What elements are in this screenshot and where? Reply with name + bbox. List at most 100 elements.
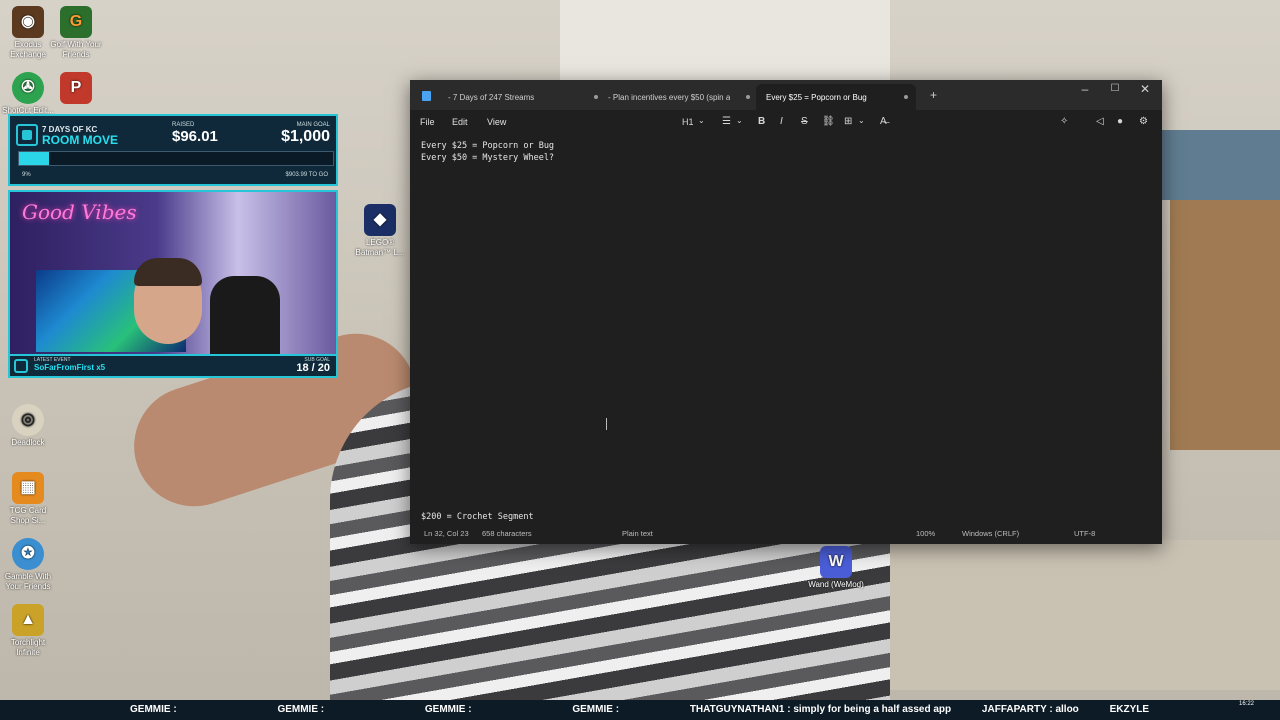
chat-ticker: GEMMIE : GEMMIE : GEMMIE : GEMMIE : THAT… bbox=[0, 700, 1280, 720]
lego-batman-icon: ◆ bbox=[364, 204, 396, 236]
goal-icon bbox=[16, 124, 38, 146]
line-ending[interactable]: Windows (CRLF) bbox=[962, 529, 1019, 538]
desktop-icon-golf[interactable]: G Golf With Your Friends bbox=[48, 6, 104, 60]
latest-event: SoFarFromFirst x5 bbox=[34, 363, 106, 372]
notepad-window: - 7 Days of 247 Streams - Plan incentive… bbox=[410, 80, 1162, 544]
menu-file[interactable]: File bbox=[420, 117, 435, 127]
desktop-icon-wand[interactable]: W Wand (WeMod) bbox=[808, 546, 864, 590]
sub-goal-count: 18 / 20 bbox=[296, 362, 330, 374]
list-icon[interactable]: ☰ bbox=[722, 116, 731, 127]
bed bbox=[1160, 130, 1280, 200]
italic-icon[interactable]: I bbox=[780, 116, 783, 127]
desktop-icon-tcg[interactable]: ▦ TCG Card Shop Si... bbox=[0, 472, 56, 526]
tab-7-days[interactable]: - 7 Days of 247 Streams bbox=[438, 84, 606, 110]
desktop-icon-torchlight[interactable]: ▲ Torchlight Infinite bbox=[0, 604, 56, 658]
menu-edit[interactable]: Edit bbox=[452, 117, 468, 127]
taskbar: GEMMIE : GEMMIE : GEMMIE : GEMMIE : THAT… bbox=[0, 700, 1280, 720]
floor bbox=[860, 540, 1280, 690]
desktop-icon-deadlock[interactable]: ◎ Deadlock bbox=[0, 404, 56, 448]
text-line: $200 = Crochet Segment bbox=[421, 512, 534, 522]
desktop-icon-label: Wand (WeMod) bbox=[808, 580, 864, 589]
ticker-message: GEMMIE : bbox=[572, 704, 620, 715]
text-mode[interactable]: Plain text bbox=[622, 529, 653, 538]
text-line: Every $25 = Popcorn or Bug bbox=[421, 141, 555, 151]
text-line: Every $50 = Mystery Wheel? bbox=[421, 153, 555, 163]
chevron-down-icon: ⌄ bbox=[698, 116, 705, 125]
minimize-icon[interactable]: – bbox=[1070, 82, 1100, 96]
tab-every-25[interactable]: Every $25 = Popcorn or Bug bbox=[756, 84, 916, 110]
tab-bar: - 7 Days of 247 Streams - Plan incentive… bbox=[410, 80, 1162, 110]
character-count: 658 characters bbox=[482, 529, 532, 538]
ticker-message: GEMMIE : bbox=[130, 704, 177, 715]
copilot-icon[interactable]: ✧ bbox=[1060, 116, 1068, 127]
heading-dropdown[interactable]: H1 bbox=[682, 117, 694, 127]
new-tab-icon[interactable]: + bbox=[930, 88, 937, 102]
goal-to-go: $903.99 TO GO bbox=[285, 172, 328, 178]
goal-amount: $1,000 bbox=[281, 128, 330, 145]
desktop-icon-gamble[interactable]: ✪ Gamble With Your Friends bbox=[0, 538, 56, 592]
raised-amount: $96.01 bbox=[172, 128, 218, 145]
ticker-message: EKZYLE bbox=[1109, 704, 1150, 715]
tab-label: - Plan incentives every $50 (spin a bbox=[608, 92, 731, 102]
menu-bar: File Edit View H1 ⌄ ☰ ⌄ B I S ⛓ ⊞ ⌄ A̶ ✧… bbox=[410, 110, 1162, 136]
torchlight-icon: ▲ bbox=[12, 604, 44, 636]
desktop-icon-label: Deadlock bbox=[11, 438, 45, 447]
bold-icon[interactable]: B bbox=[758, 116, 765, 127]
door bbox=[560, 0, 890, 90]
unsaved-dot-icon bbox=[746, 95, 750, 99]
neon-sign: Good Vibes bbox=[22, 200, 137, 224]
event-icon bbox=[14, 359, 28, 373]
ticker-message: GEMMIE : bbox=[277, 704, 325, 715]
tab-label: - 7 Days of 247 Streams bbox=[448, 92, 535, 102]
golf-icon: G bbox=[60, 6, 92, 38]
status-bar: Ln 32, Col 23 658 characters Plain text … bbox=[410, 524, 1162, 544]
ticker-message: THATGUYNATHAN1 : simply for being a half… bbox=[689, 704, 952, 715]
encoding[interactable]: UTF-8 bbox=[1074, 529, 1095, 538]
desktop-icon-label: TCG Card Shop Si... bbox=[9, 506, 47, 525]
clear-format-icon[interactable]: A̶ bbox=[880, 116, 887, 127]
desktop-icon-label: Torchlight Infinite bbox=[10, 638, 46, 657]
ticker-message: GEMMIE : bbox=[424, 704, 472, 715]
shotcut-icon: ✇ bbox=[12, 72, 44, 104]
cam-footer: LATEST EVENT SoFarFromFirst x5 SUB GOAL … bbox=[10, 354, 336, 376]
desktop-icon-lego-batman[interactable]: ◆ LEGO® Batman™ L... bbox=[352, 204, 408, 258]
streamer-hair bbox=[134, 258, 202, 286]
link-icon[interactable]: ⛓ bbox=[822, 116, 835, 127]
desktop-icon-label: Gamble With Your Friends bbox=[4, 572, 52, 591]
unsaved-dot-icon bbox=[904, 95, 908, 99]
table-icon[interactable]: ⊞ bbox=[844, 116, 852, 127]
maximize-icon[interactable]: ☐ bbox=[1100, 83, 1130, 94]
notepad-icon bbox=[422, 91, 431, 101]
editor-text[interactable]: Every $25 = Popcorn or Bug Every $50 = My… bbox=[421, 140, 554, 164]
gamble-icon: ✪ bbox=[12, 538, 44, 570]
cursor-position[interactable]: Ln 32, Col 23 bbox=[424, 529, 469, 538]
megaphone-icon[interactable]: ◁ bbox=[1096, 116, 1104, 127]
goal-widget: 7 DAYS OF KC ROOM MOVE RAISED $96.01 MAI… bbox=[8, 114, 338, 186]
desktop-icon-label: Golf With Your Friends bbox=[50, 40, 102, 59]
account-icon[interactable]: ● bbox=[1117, 116, 1123, 127]
desktop-icon-party[interactable]: P bbox=[48, 72, 104, 106]
strikethrough-icon[interactable]: S bbox=[801, 116, 808, 127]
close-icon[interactable]: ✕ bbox=[1130, 82, 1160, 96]
tab-plan-incentives[interactable]: - Plan incentives every $50 (spin a bbox=[598, 84, 758, 110]
gear-icon[interactable]: ⚙ bbox=[1139, 116, 1148, 127]
menu-view[interactable]: View bbox=[487, 117, 506, 127]
goal-percent: 9% bbox=[22, 172, 31, 178]
goal-event: ROOM MOVE bbox=[42, 133, 119, 147]
zoom-level[interactable]: 100% bbox=[916, 529, 935, 538]
webcam-overlay: Good Vibes LATEST EVENT SoFarFromFirst x… bbox=[8, 190, 338, 378]
goal-progress-bar bbox=[18, 151, 334, 166]
ticker-message: JAFFAPARTY : alloo bbox=[981, 704, 1079, 715]
system-clock[interactable]: 16:22 bbox=[1239, 700, 1254, 709]
tcg-card-shop-icon: ▦ bbox=[12, 472, 44, 504]
cardboard-box bbox=[1170, 200, 1280, 450]
exodus-icon: ◉ bbox=[12, 6, 44, 38]
desktop-icon-label: LEGO® Batman™ L... bbox=[355, 238, 405, 257]
tab-label: Every $25 = Popcorn or Bug bbox=[766, 92, 867, 102]
wand-icon: W bbox=[820, 546, 852, 578]
party-game-icon: P bbox=[60, 72, 92, 104]
deadlock-icon: ◎ bbox=[12, 404, 44, 436]
goal-progress-fill bbox=[19, 152, 50, 165]
chevron-down-icon: ⌄ bbox=[858, 116, 865, 125]
chevron-down-icon: ⌄ bbox=[736, 116, 743, 125]
